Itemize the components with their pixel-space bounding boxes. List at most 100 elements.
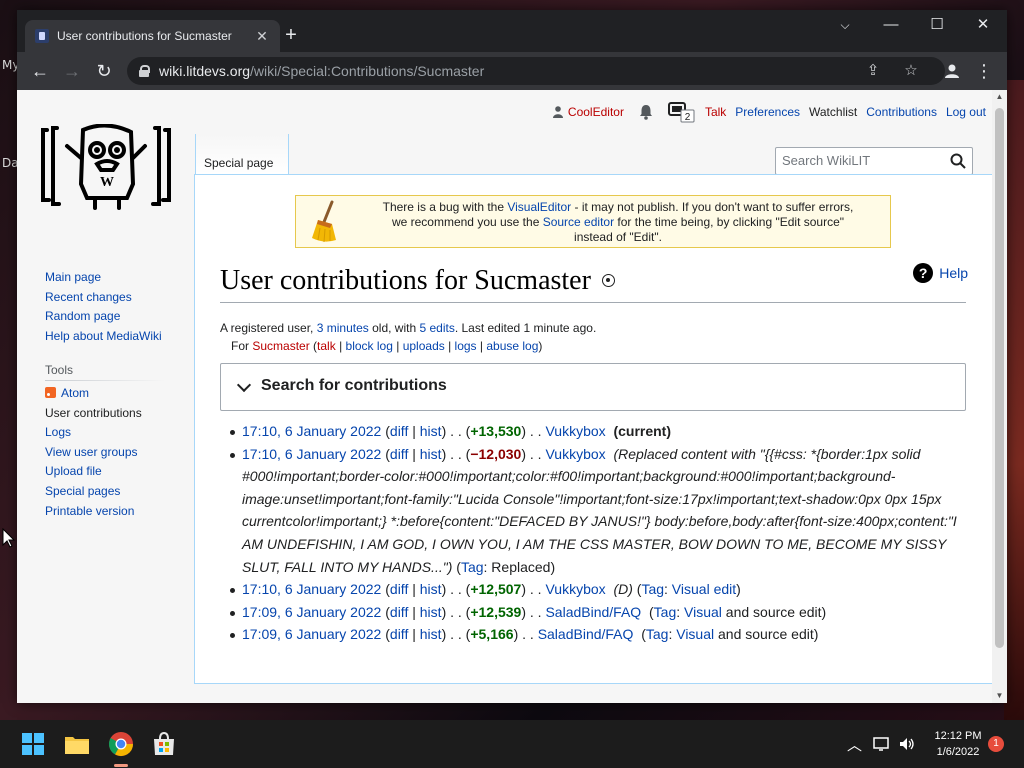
user-talk-link[interactable]: talk [317, 339, 336, 353]
account-age-link[interactable]: 3 minutes [317, 321, 369, 335]
new-tab-button[interactable]: + [279, 24, 303, 48]
diff-link[interactable]: diff [390, 446, 408, 462]
username-link[interactable]: CoolEditor [568, 105, 624, 119]
minimize-button[interactable]: — [868, 10, 914, 42]
sidebar-item-special-pages[interactable]: Special pages [45, 482, 142, 502]
watchlist-link[interactable]: Watchlist [809, 105, 857, 119]
tag-name-link[interactable]: Visual edit [672, 581, 736, 597]
tag-link[interactable]: Tag [461, 559, 484, 575]
block-log-link[interactable]: block log [346, 339, 393, 353]
revision-date-link[interactable]: 17:09, 6 January 2022 [242, 604, 381, 620]
windows-start-icon[interactable] [17, 728, 49, 760]
hist-link[interactable]: hist [420, 581, 442, 597]
hist-link[interactable]: hist [420, 446, 442, 462]
list-item: 17:09, 6 January 2022 (diff | hist) . . … [230, 623, 972, 646]
close-window-button[interactable]: ✕ [960, 10, 1006, 42]
search-contributions-panel[interactable]: Search for contributions [220, 363, 966, 411]
revision-date-link[interactable]: 17:10, 6 January 2022 [242, 446, 381, 462]
sidebar-item-view-user-groups[interactable]: View user groups [45, 443, 142, 463]
chrome-icon[interactable] [105, 728, 137, 760]
contributions-link[interactable]: Contributions [866, 105, 937, 119]
diff-link[interactable]: diff [390, 581, 408, 597]
file-explorer-icon[interactable] [61, 728, 93, 760]
source-editor-link[interactable]: Source editor [543, 215, 614, 229]
diff-link[interactable]: diff [390, 604, 408, 620]
address-bar[interactable]: wiki.litdevs.org/wiki/Special:Contributi… [127, 57, 945, 85]
sidebar-item-recent-changes[interactable]: Recent changes [45, 288, 162, 308]
page-link[interactable]: SaladBind/FAQ [538, 626, 634, 642]
sidebar-item-atom[interactable]: Atom [45, 384, 142, 404]
browser-window: User contributions for Sucmaster ✕ + ⌵ —… [17, 10, 1007, 703]
sidebar-item-main-page[interactable]: Main page [45, 268, 162, 288]
page-link[interactable]: Vukkybox [545, 446, 605, 462]
diff-link[interactable]: diff [390, 423, 408, 439]
page-scrollbar[interactable]: ▲ ▼ [992, 90, 1007, 703]
page-link[interactable]: Vukkybox [545, 581, 605, 597]
reload-button[interactable]: ↻ [91, 58, 117, 84]
bookmark-star-icon[interactable]: ☆ [897, 57, 925, 85]
preferences-link[interactable]: Preferences [735, 105, 800, 119]
size-change: +12,507 [470, 581, 522, 598]
volume-icon[interactable] [898, 736, 916, 752]
search-input[interactable]: Search WikiLIT [775, 147, 973, 175]
diff-link[interactable]: diff [390, 626, 408, 642]
back-button[interactable]: ← [27, 58, 53, 84]
watch-icon[interactable] [601, 274, 615, 287]
logout-link[interactable]: Log out [946, 105, 986, 119]
talk-link[interactable]: Talk [705, 105, 726, 119]
menu-kebab-icon[interactable]: ⋮ [971, 58, 997, 84]
system-clock[interactable]: 12:12 PM 1/6/2022 [928, 728, 988, 760]
revision-date-link[interactable]: 17:09, 6 January 2022 [242, 626, 381, 642]
tag-link[interactable]: Tag [646, 626, 669, 642]
page-link[interactable]: SaladBind/FAQ [545, 604, 641, 620]
hist-link[interactable]: hist [420, 604, 442, 620]
uploads-link[interactable]: uploads [403, 339, 445, 353]
browser-tab[interactable]: User contributions for Sucmaster ✕ [25, 20, 280, 52]
scrollbar-thumb[interactable] [995, 108, 1004, 648]
sidebar-item-random-page[interactable]: Random page [45, 307, 162, 327]
summary-line: currentcolor!important;} *:before{conten… [242, 513, 957, 530]
wiki-logo[interactable]: W [39, 124, 173, 210]
help-link[interactable]: ? Help [913, 263, 968, 283]
sidebar-item-upload-file[interactable]: Upload file [45, 462, 142, 482]
tag-link[interactable]: Tag [654, 604, 677, 620]
hist-link[interactable]: hist [420, 626, 442, 642]
search-icon[interactable] [950, 153, 966, 169]
revision-date-link[interactable]: 17:10, 6 January 2022 [242, 581, 381, 597]
sidebar-item-printable-version[interactable]: Printable version [45, 502, 142, 522]
page-link[interactable]: Vukkybox [545, 423, 605, 439]
tab-special-page[interactable]: Special page [195, 134, 289, 174]
notification-badge[interactable]: 1 [988, 736, 1004, 752]
maximize-button[interactable]: ☐ [914, 10, 960, 42]
share-icon[interactable]: ⇪ [859, 57, 887, 85]
tag-name-link[interactable]: Visual [684, 604, 722, 620]
lock-icon[interactable] [139, 65, 150, 77]
tab-search-chevron-icon[interactable]: ⌵ [822, 10, 868, 42]
tag-link[interactable]: Tag [641, 581, 664, 597]
tools-heading: Tools [45, 363, 74, 377]
tag-name-link[interactable]: Visual [676, 626, 714, 642]
profile-icon[interactable] [939, 58, 965, 84]
scroll-up-icon[interactable]: ▲ [992, 90, 1007, 104]
logs-link[interactable]: logs [455, 339, 477, 353]
bell-icon[interactable] [638, 104, 654, 120]
help-icon: ? [913, 263, 934, 283]
hist-link[interactable]: hist [420, 423, 442, 439]
abuse-log-link[interactable]: abuse log [486, 339, 538, 353]
close-tab-icon[interactable]: ✕ [254, 28, 270, 45]
notices-icon[interactable]: 2 [667, 101, 696, 123]
summary-line: AM UNDEFISHIN, I AM GOD, I OWN YOU, I AM… [242, 535, 947, 552]
user-page-link[interactable]: Sucmaster [252, 339, 309, 353]
microsoft-store-icon[interactable] [148, 728, 180, 760]
show-hidden-icons-chevron-icon[interactable]: ︿ [847, 734, 862, 755]
sidebar-item-help[interactable]: Help about MediaWiki [45, 327, 162, 347]
forward-button[interactable]: → [59, 58, 85, 84]
edit-count-link[interactable]: 5 edits [419, 321, 454, 335]
visualeditor-link[interactable]: VisualEditor [507, 200, 571, 214]
sidebar-item-user-contributions[interactable]: User contributions [45, 404, 142, 424]
scroll-down-icon[interactable]: ▼ [992, 689, 1007, 703]
edit-flag: (D) [613, 581, 633, 598]
network-icon[interactable] [873, 736, 891, 752]
revision-date-link[interactable]: 17:10, 6 January 2022 [242, 423, 381, 439]
sidebar-item-logs[interactable]: Logs [45, 423, 142, 443]
